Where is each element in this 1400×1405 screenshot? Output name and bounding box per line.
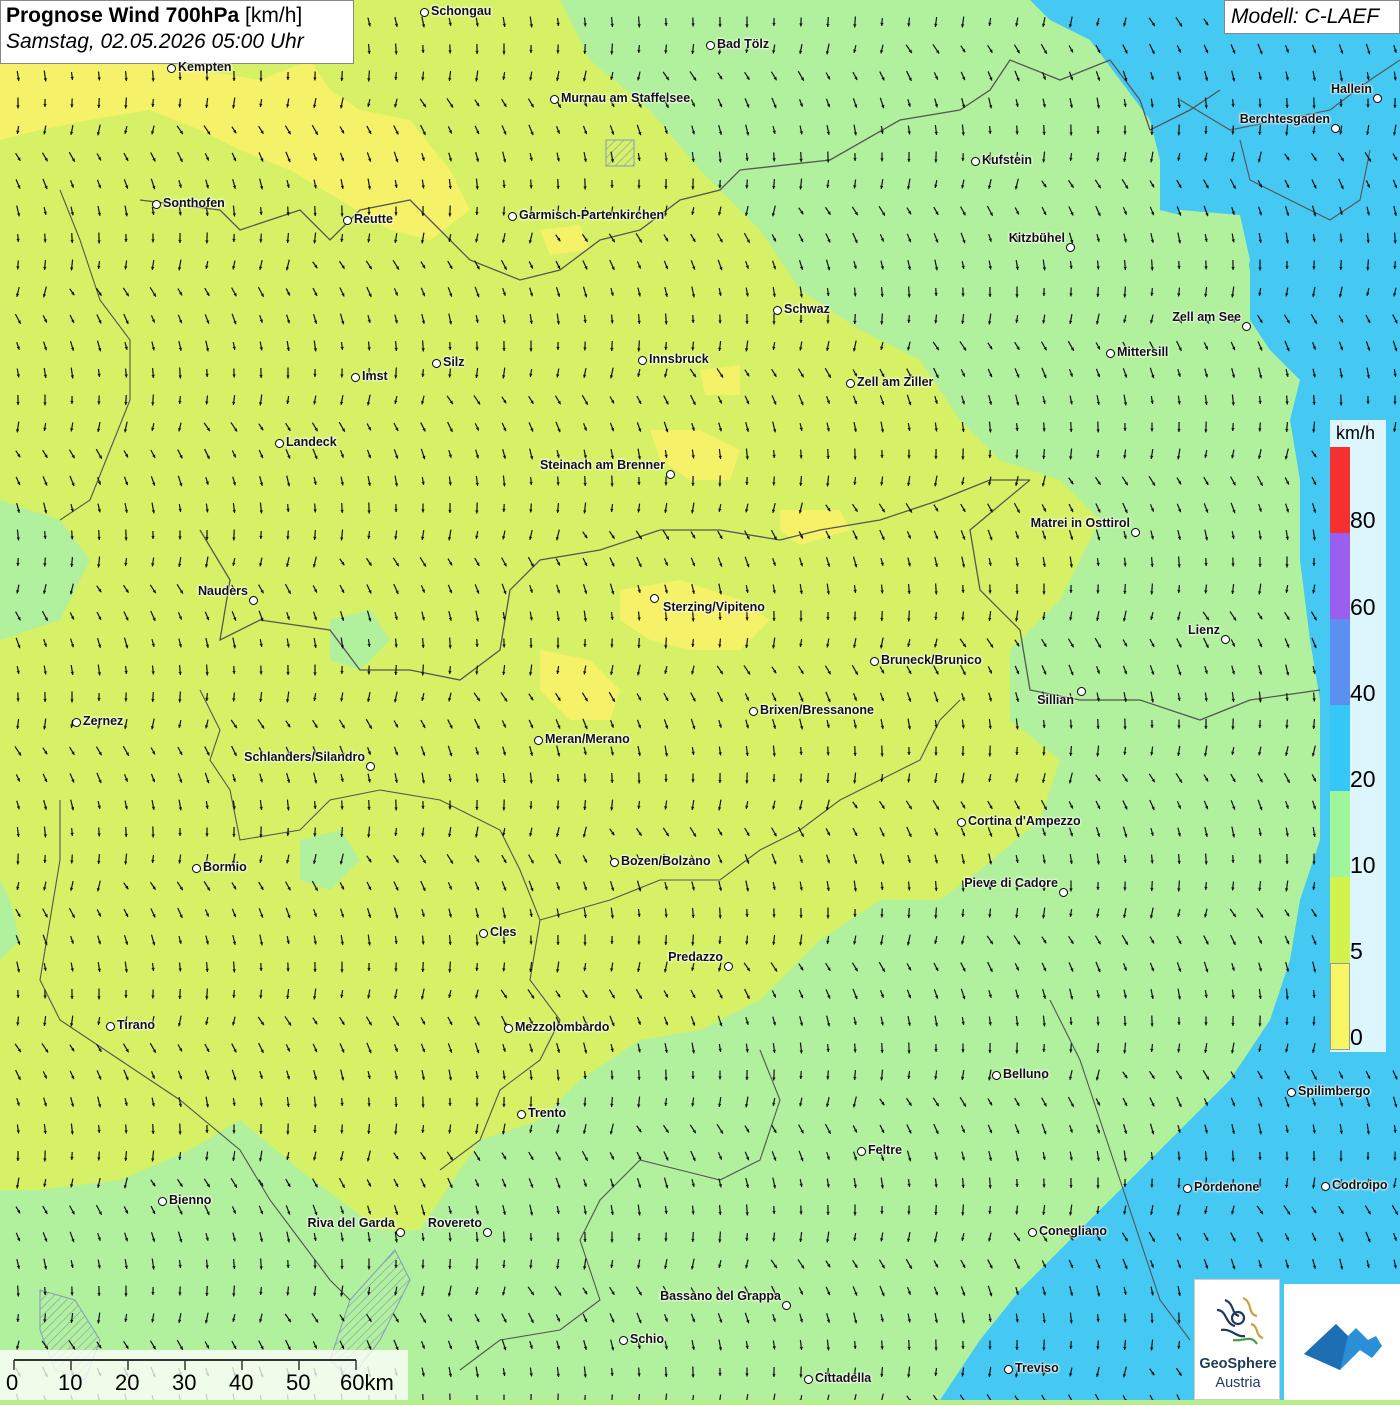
- wind-band-0-5: [700, 365, 740, 395]
- lake: [606, 140, 634, 166]
